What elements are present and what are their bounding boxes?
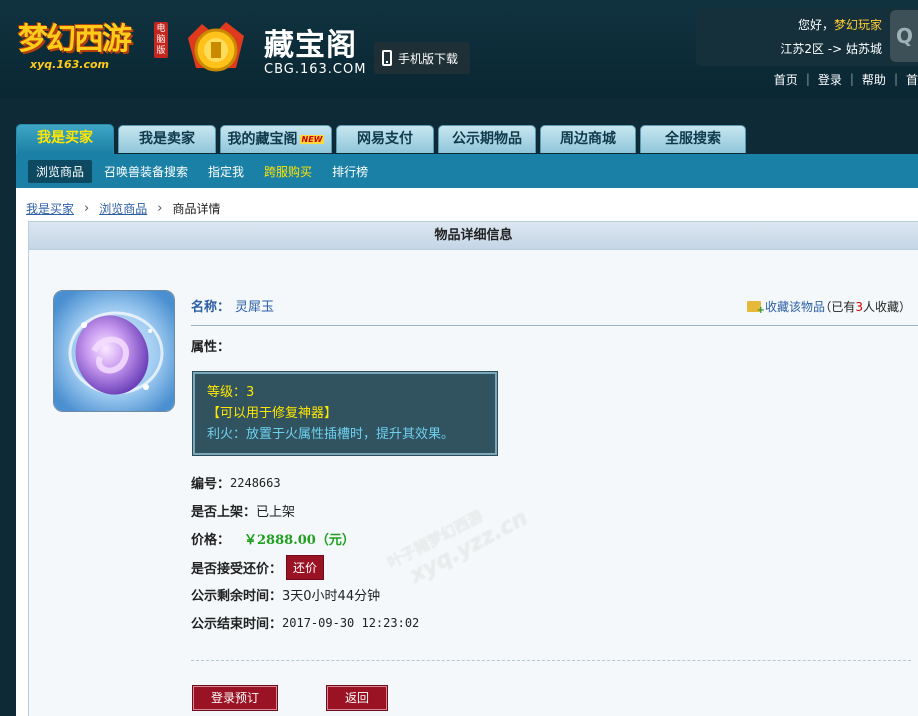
tab-label: 我的藏宝阁 xyxy=(227,131,298,148)
price-value: ￥2888.00（元） xyxy=(244,533,355,548)
attributes-label: 属性： xyxy=(191,340,231,355)
tab-seller[interactable]: 我是卖家 xyxy=(118,125,216,153)
tab-netease-pay[interactable]: 网易支付 xyxy=(336,125,434,153)
breadcrumb-current: 商品详情 xyxy=(172,202,221,216)
greeting-text: 您好， xyxy=(797,18,834,32)
cbg-domain: CBG.163.COM xyxy=(264,62,367,77)
tab-server-search[interactable]: 全服搜索 xyxy=(640,125,746,153)
tab-buyer[interactable]: 我是买家 xyxy=(16,124,114,154)
sub-nav: 浏览商品 召唤兽装备搜索 指定我 跨服购买 排行榜 xyxy=(16,154,918,188)
tab-label: 网易支付 xyxy=(357,131,413,147)
home-link[interactable]: 首页 xyxy=(766,71,806,88)
favorite-count: （已有3人收藏） xyxy=(819,298,911,315)
username[interactable]: 梦幻玩家 xyxy=(834,18,882,32)
jade-gem-icon xyxy=(54,291,174,411)
remaining-time-field: 公示剩余时间： 3天0小时44分钟 xyxy=(191,585,380,604)
left-margin xyxy=(0,188,16,716)
counter-offer-field: 是否接受还价： 还价 xyxy=(191,555,325,580)
item-image xyxy=(53,290,175,412)
listed-value: 已上架 xyxy=(256,505,296,520)
phone-icon xyxy=(382,50,392,66)
breadcrumb-browse[interactable]: 浏览商品 xyxy=(99,200,147,217)
mobile-download-label: 手机版下载 xyxy=(398,51,459,66)
subnav-ranking[interactable]: 排行榜 xyxy=(324,160,376,183)
game-logo-tag: 电脑版 xyxy=(154,22,168,58)
name-label: 名称： xyxy=(191,300,231,315)
item-name-row: 名称： 灵犀玉 收藏该物品 （已有3人收藏） xyxy=(191,294,918,326)
tab-label: 全服搜索 xyxy=(665,131,721,147)
attr-usage: 【可以用于修复神器】 xyxy=(207,406,338,421)
breadcrumb: 我是买家 › 浏览商品 › 商品详情 xyxy=(26,200,220,217)
tab-label: 公示期物品 xyxy=(452,131,522,147)
listed-label: 是否上架： xyxy=(191,505,257,520)
attributes-box: 等级：3 【可以用于修复神器】 利火：放置于火属性插槽时，提升其效果。 xyxy=(192,371,498,456)
tab-label: 我是买家 xyxy=(37,130,93,146)
end-time-label: 公示结束时间： xyxy=(191,617,283,632)
subnav-pet-equip-search[interactable]: 召唤兽装备搜索 xyxy=(96,160,196,183)
counter-offer-button[interactable]: 还价 xyxy=(286,555,325,580)
login-link[interactable]: 登录 xyxy=(810,71,850,88)
treasure-coin-icon xyxy=(188,22,244,72)
mobile-download-button[interactable]: 手机版下载 xyxy=(374,42,470,74)
main-content: 我是买家 › 浏览商品 › 商品详情 物品详细信息 名称： 灵犀玉 + 收藏该物… xyxy=(16,188,918,716)
new-badge: NEW xyxy=(299,135,325,144)
attr-level: 等级：3 xyxy=(207,385,255,400)
end-time-field: 公示结束时间： 2017-09-30 12:23:02 xyxy=(191,613,420,633)
item-detail-panel: 物品详细信息 名称： 灵犀玉 + 收藏该物品 （已有3人收藏） 属性： 等级：3… xyxy=(28,221,918,716)
server-info[interactable]: 江苏2区 -> 姑苏城 xyxy=(780,40,882,57)
panel-title: 物品详细信息 xyxy=(29,222,918,250)
subnav-assigned-to-me[interactable]: 指定我 xyxy=(200,160,252,183)
chevron-right-icon: › xyxy=(84,201,90,216)
favorite-count-number: 3 xyxy=(855,300,863,314)
tab-label: 我是卖家 xyxy=(139,131,195,147)
counter-offer-label: 是否接受还价： xyxy=(191,562,283,577)
favorite-folder-icon xyxy=(746,301,765,316)
subnav-cross-server[interactable]: 跨服购买 xyxy=(256,160,320,183)
end-time-value: 2017-09-30 12:23:02 xyxy=(282,615,420,630)
avatar[interactable]: Q xyxy=(890,10,918,62)
divider xyxy=(191,660,911,661)
favorite-label: 收藏该物品 xyxy=(764,300,825,314)
cbg-name: 藏宝阁 xyxy=(264,28,357,63)
price-field: 价格： ￥2888.00（元） xyxy=(191,529,355,548)
back-button[interactable]: 返回 xyxy=(326,685,388,711)
favorite-button[interactable]: 收藏该物品 xyxy=(746,298,825,316)
favorite-count-suffix: 人收藏） xyxy=(862,300,911,314)
tab-peripheral-mall[interactable]: 周边商城 xyxy=(540,125,636,153)
tab-label: 周边商城 xyxy=(560,131,616,147)
remaining-time-label: 公示剩余时间： xyxy=(191,589,283,604)
avatar-initial: Q xyxy=(896,24,914,48)
extra-link[interactable]: 首 xyxy=(898,71,918,88)
game-logo-text: 梦幻西游 xyxy=(18,22,132,57)
top-links: 首页 | 登录 | 帮助 | 首 xyxy=(766,70,918,88)
breadcrumb-buyer[interactable]: 我是买家 xyxy=(26,200,74,217)
serial-value: 2248663 xyxy=(230,475,281,490)
game-logo[interactable]: 梦幻西游 电脑版 xyq.163.com xyxy=(18,14,168,76)
chevron-right-icon: › xyxy=(157,201,163,216)
attr-effect: 利火：放置于火属性插槽时，提升其效果。 xyxy=(207,427,455,442)
site-header: 梦幻西游 电脑版 xyq.163.com 藏宝阁 CBG.163.COM 手机版… xyxy=(0,0,918,98)
subnav-browse[interactable]: 浏览商品 xyxy=(28,159,93,183)
login-order-button[interactable]: 登录预订 xyxy=(192,685,278,711)
item-name: 灵犀玉 xyxy=(235,300,275,315)
game-logo-url: xyq.163.com xyxy=(30,58,109,71)
cbg-logo[interactable]: 藏宝阁 CBG.163.COM xyxy=(180,14,365,80)
listed-field: 是否上架： 已上架 xyxy=(191,501,295,520)
help-link[interactable]: 帮助 xyxy=(854,71,894,88)
serial-field: 编号： 2248663 xyxy=(191,473,281,493)
tab-my-cbg[interactable]: 我的藏宝阁 NEW xyxy=(220,125,332,153)
tab-public-items[interactable]: 公示期物品 xyxy=(438,125,536,153)
price-label: 价格： xyxy=(191,533,231,548)
greeting: 您好，梦幻玩家 xyxy=(798,16,882,33)
serial-label: 编号： xyxy=(191,477,231,492)
favorite-count-prefix: （已有 xyxy=(819,300,856,314)
main-tab-bar: 我是买家 我是卖家 我的藏宝阁 NEW 网易支付 公示期物品 周边商城 全服搜索 xyxy=(0,112,918,154)
remaining-time-value: 3天0小时44分钟 xyxy=(282,589,381,604)
user-info-box: 您好，梦幻玩家 江苏2区 -> 姑苏城 Q xyxy=(696,8,918,66)
